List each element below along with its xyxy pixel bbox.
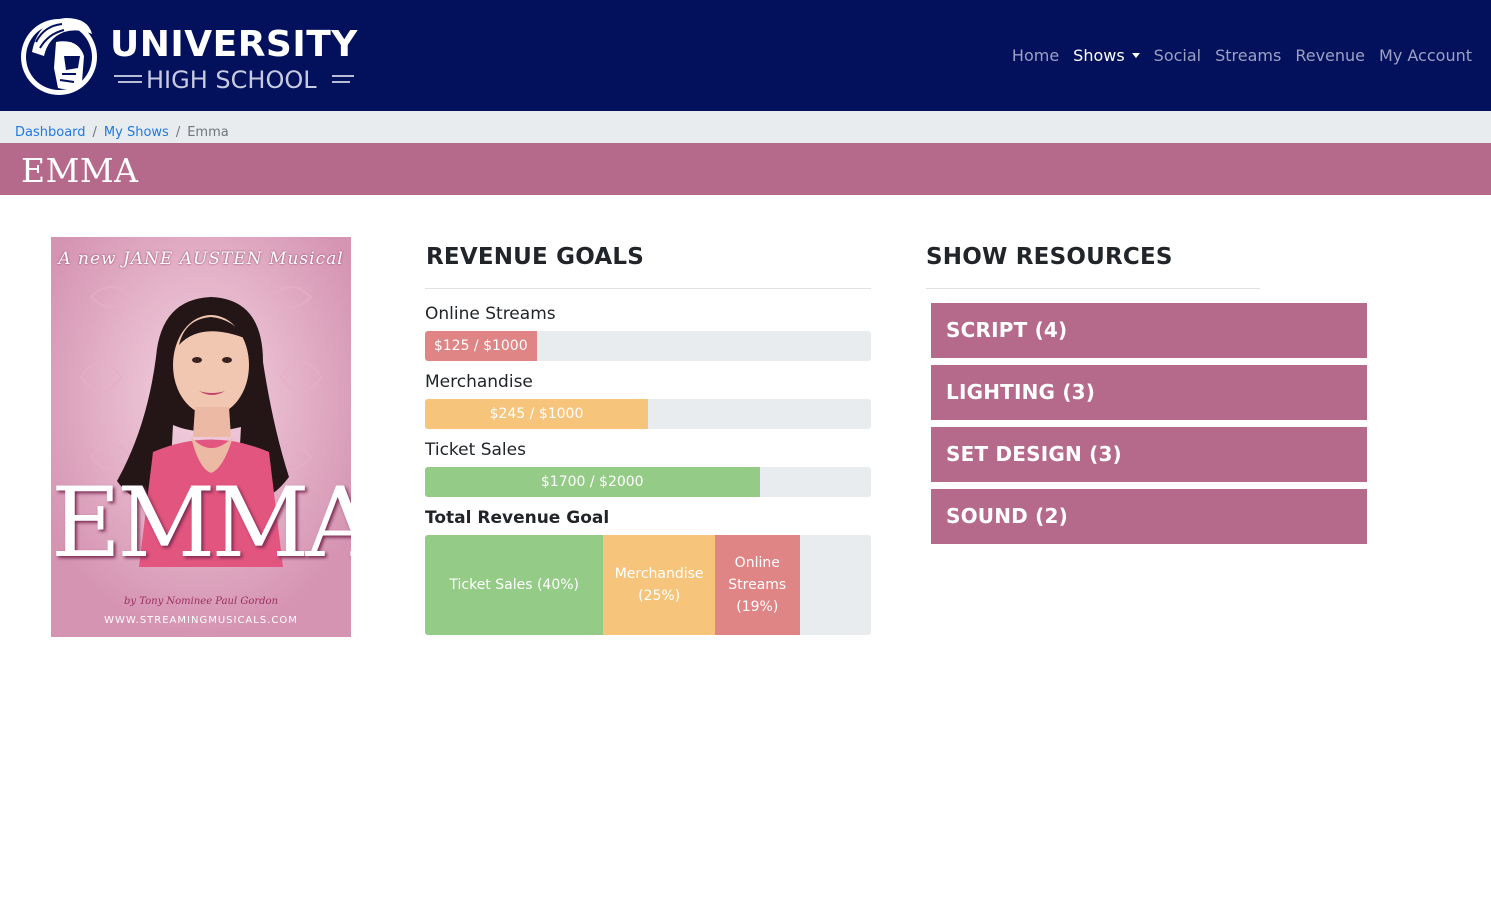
total-segment-merchandise: Merchandise (25%) (603, 535, 715, 635)
breadcrumb: Dashboard / My Shows / Emma (0, 111, 1491, 143)
nav-social[interactable]: Social (1154, 44, 1201, 68)
resource-lighting-button[interactable]: LIGHTING (3) (931, 365, 1367, 420)
brand-rule-right-2 (332, 81, 350, 83)
poster-tagline: A new JANE AUSTEN Musical (58, 249, 344, 269)
brand-line-2: HIGH SCHOOL (146, 66, 317, 94)
nav-shows[interactable]: Shows (1073, 44, 1140, 68)
total-revenue-label: Total Revenue Goal (425, 508, 610, 528)
progress-merchandise: $245 / $1000 (425, 399, 871, 429)
page-title-bar: EMMA (0, 143, 1491, 195)
breadcrumb-separator: / (92, 125, 97, 140)
spartan-helmet-icon (21, 18, 97, 95)
page-title: EMMA (21, 151, 139, 190)
resource-set-design-button[interactable]: SET DESIGN (3) (931, 427, 1367, 482)
total-revenue-progress: Ticket Sales (40%) Merchandise (25%) Onl… (425, 535, 871, 635)
brand-rule-left (114, 75, 142, 77)
resource-sound-button[interactable]: SOUND (2) (931, 489, 1367, 544)
brand-line-2-wrap: HIGH SCHOOL (114, 68, 354, 98)
breadcrumb-separator: / (175, 125, 181, 140)
main-nav: Home Shows Social Streams Revenue My Acc… (1012, 44, 1472, 68)
show-poster: A new JANE AUSTEN Musical EMMA by Tony N… (51, 237, 351, 637)
progress-bar-ticket-sales: $1700 / $2000 (425, 467, 760, 497)
nav-shows-label: Shows (1073, 46, 1125, 65)
brand-line-1: UNIVERSITY (110, 24, 358, 65)
progress-bar-online-streams: $125 / $1000 (425, 331, 537, 361)
goal-label-merchandise: Merchandise (425, 372, 533, 392)
poster-credit: by Tony Nominee Paul Gordon (123, 596, 279, 607)
show-resources-heading: SHOW RESOURCES (926, 244, 1173, 270)
breadcrumb-dashboard[interactable]: Dashboard (15, 125, 86, 140)
poster-title: EMMA (51, 467, 351, 579)
nav-streams[interactable]: Streams (1215, 44, 1281, 68)
nav-my-account[interactable]: My Account (1379, 44, 1472, 68)
resources-divider (926, 288, 1260, 289)
progress-bar-merchandise: $245 / $1000 (425, 399, 648, 429)
revenue-goals-heading: REVENUE GOALS (426, 244, 645, 270)
progress-online-streams: $125 / $1000 (425, 331, 871, 361)
goal-label-ticket-sales: Ticket Sales (425, 440, 526, 460)
total-segment-online-streams: Online Streams (19%) (714, 535, 800, 635)
revenue-divider (425, 288, 871, 289)
breadcrumb-my-shows[interactable]: My Shows (104, 125, 169, 140)
brand-rule-left-2 (118, 81, 142, 83)
progress-ticket-sales: $1700 / $2000 (425, 467, 871, 497)
total-segment-ticket-sales: Ticket Sales (40%) (425, 535, 604, 635)
nav-revenue[interactable]: Revenue (1295, 44, 1365, 68)
resource-script-button[interactable]: SCRIPT (4) (931, 303, 1367, 358)
top-navbar: UNIVERSITY HIGH SCHOOL Home Shows Social… (0, 0, 1491, 111)
school-logo[interactable]: UNIVERSITY HIGH SCHOOL (18, 12, 363, 102)
chevron-down-icon (1131, 53, 1140, 58)
nav-home[interactable]: Home (1012, 44, 1059, 68)
breadcrumb-current: Emma (187, 125, 229, 140)
goal-label-online-streams: Online Streams (425, 304, 556, 324)
brand-rule-right (332, 75, 354, 77)
poster-url: WWW.STREAMINGMUSICALS.COM (104, 615, 298, 626)
